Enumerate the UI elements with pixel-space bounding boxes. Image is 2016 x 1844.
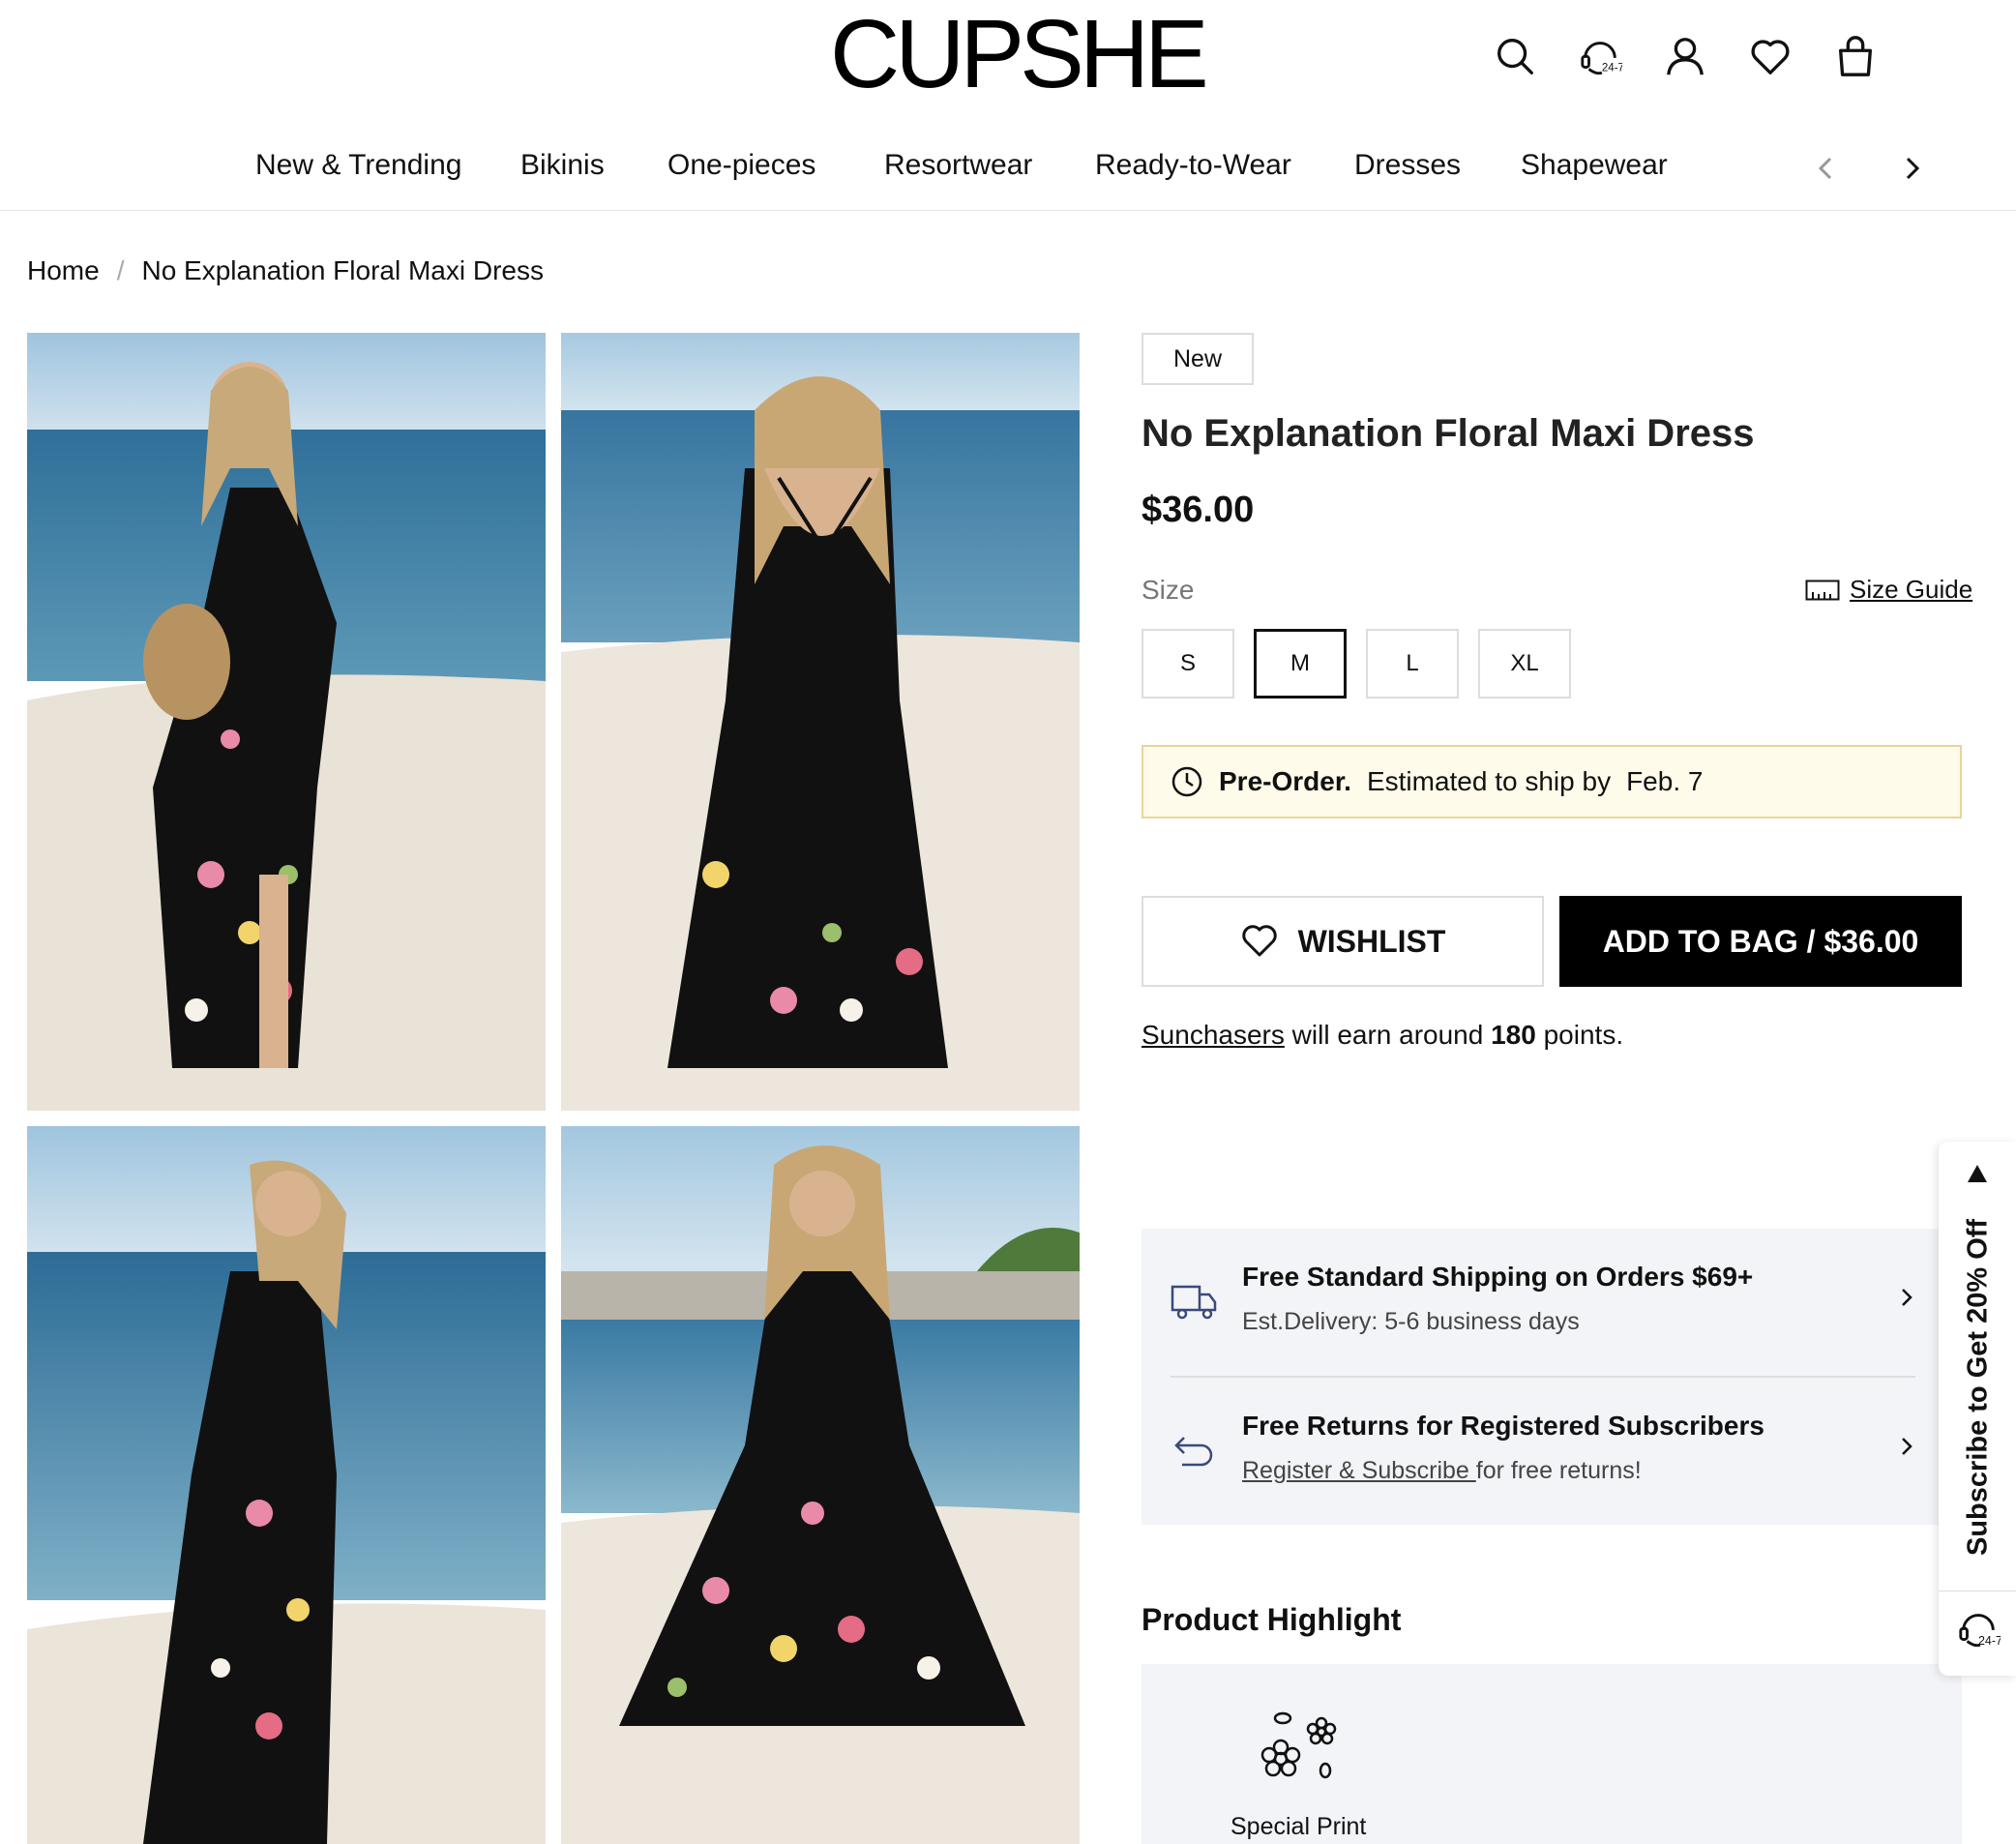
nav-item-ready-to-wear[interactable]: Ready-to-Wear xyxy=(1095,149,1291,182)
breadcrumb-separator: / xyxy=(116,255,125,285)
breadcrumb: Home / No Explanation Floral Maxi Dress xyxy=(27,255,544,286)
nav-item-resortwear[interactable]: Resortwear xyxy=(884,149,1032,182)
support-24-7-icon[interactable]: 24-7 xyxy=(1575,27,1625,85)
points-info: Sunchasers will earn around 180 points. xyxy=(1141,1020,1623,1051)
points-text-1: will earn around xyxy=(1291,1020,1484,1050)
register-subscribe-link[interactable]: Register & Subscribe xyxy=(1242,1457,1476,1484)
floral-print-icon xyxy=(1260,1711,1337,1779)
nav-item-bikinis[interactable]: Bikinis xyxy=(520,149,605,182)
size-guide-link[interactable]: Size Guide xyxy=(1805,575,1972,605)
returns-info-row[interactable]: Free Returns for Registered Subscribers … xyxy=(1141,1378,1944,1525)
size-label: Size xyxy=(1141,575,1195,605)
wishlist-heart-icon[interactable] xyxy=(1745,27,1795,85)
heart-icon xyxy=(1241,925,1277,957)
sunchasers-link[interactable]: Sunchasers xyxy=(1141,1020,1285,1050)
product-photo-back[interactable] xyxy=(561,333,1080,1111)
shipping-returns-panel: Free Standard Shipping on Orders $69+ Es… xyxy=(1141,1229,1944,1525)
shipping-title: Free Standard Shipping on Orders $69+ xyxy=(1242,1262,1754,1292)
preorder-date: Feb. 7 xyxy=(1626,766,1704,796)
preorder-notice: Pre-Order. Estimated to ship by Feb. 7 xyxy=(1141,745,1962,818)
ruler-icon xyxy=(1805,580,1840,600)
product-title: No Explanation Floral Maxi Dress xyxy=(1141,412,1755,455)
size-option-m[interactable]: M xyxy=(1254,629,1347,699)
cupshe-logo[interactable]: CUPSHE xyxy=(830,6,1209,103)
side-support-label: 24-7 xyxy=(1978,1634,2001,1648)
support-24-7-label: 24-7 xyxy=(1602,62,1622,74)
chevron-left-icon[interactable] xyxy=(1809,151,1844,186)
returns-title: Free Returns for Registered Subscribers xyxy=(1242,1411,1764,1441)
nav-item-dresses[interactable]: Dresses xyxy=(1354,149,1461,182)
size-options: S M L XL xyxy=(1141,629,1571,699)
size-guide-label[interactable]: Size Guide xyxy=(1850,575,1972,605)
nav-item-shapewear[interactable]: Shapewear xyxy=(1521,149,1668,182)
header-icon-bar: 24-7 xyxy=(1490,27,1881,85)
chevron-right-icon[interactable] xyxy=(1894,151,1929,186)
product-photo-front[interactable] xyxy=(27,333,546,1111)
points-text-2: points. xyxy=(1543,1020,1624,1050)
new-badge: New xyxy=(1141,333,1254,385)
main-navigation: New & Trending Bikinis One-pieces Resort… xyxy=(0,135,2016,211)
clock-icon xyxy=(1171,766,1202,797)
collapse-arrow-icon[interactable] xyxy=(1968,1165,1987,1182)
returns-subtitle-text: for free returns! xyxy=(1475,1457,1642,1484)
return-arrow-icon xyxy=(1174,1437,1213,1467)
nav-item-one-pieces[interactable]: One-pieces xyxy=(667,149,815,182)
delivery-truck-icon xyxy=(1171,1285,1217,1320)
breadcrumb-home[interactable]: Home xyxy=(27,255,100,286)
product-photo-side[interactable] xyxy=(27,1126,546,1844)
chevron-right-icon xyxy=(1902,1438,1912,1455)
product-price: $36.00 xyxy=(1141,490,1255,530)
breadcrumb-current: No Explanation Floral Maxi Dress xyxy=(141,255,544,285)
size-option-s[interactable]: S xyxy=(1141,629,1234,699)
search-icon[interactable] xyxy=(1490,27,1540,85)
preorder-text: Estimated to ship by xyxy=(1366,766,1612,796)
preorder-label: Pre-Order. xyxy=(1219,766,1351,796)
account-icon[interactable] xyxy=(1660,27,1710,85)
wishlist-label: WISHLIST xyxy=(1297,923,1446,959)
add-to-bag-button[interactable]: ADD TO BAG / $36.00 xyxy=(1559,896,1962,987)
wishlist-button[interactable]: WISHLIST xyxy=(1141,896,1544,987)
product-photo-twirl[interactable] xyxy=(561,1126,1080,1844)
subscribe-discount-text[interactable]: Subscribe to Get 20% Off xyxy=(1956,1204,2001,1571)
shopping-bag-icon[interactable] xyxy=(1830,27,1881,85)
chevron-right-icon xyxy=(1902,1289,1912,1306)
subscribe-side-tab: Subscribe to Get 20% Off 24-7 xyxy=(1939,1142,2016,1676)
product-highlight-panel: Special Print xyxy=(1141,1664,1962,1844)
returns-subtitle: Register & Subscribe for free returns! xyxy=(1242,1457,1642,1485)
nav-item-new-trending[interactable]: New & Trending xyxy=(255,149,461,182)
size-option-xl[interactable]: XL xyxy=(1478,629,1571,699)
support-24-7-icon[interactable]: 24-7 xyxy=(1956,1606,2001,1651)
product-highlight-title: Product Highlight xyxy=(1141,1602,1402,1637)
size-option-l[interactable]: L xyxy=(1366,629,1459,699)
special-print-label: Special Print xyxy=(1230,1813,1367,1840)
shipping-subtitle: Est.Delivery: 5-6 business days xyxy=(1242,1308,1580,1335)
shipping-info-row[interactable]: Free Standard Shipping on Orders $69+ Es… xyxy=(1141,1229,1944,1376)
points-value: 180 xyxy=(1491,1020,1536,1050)
